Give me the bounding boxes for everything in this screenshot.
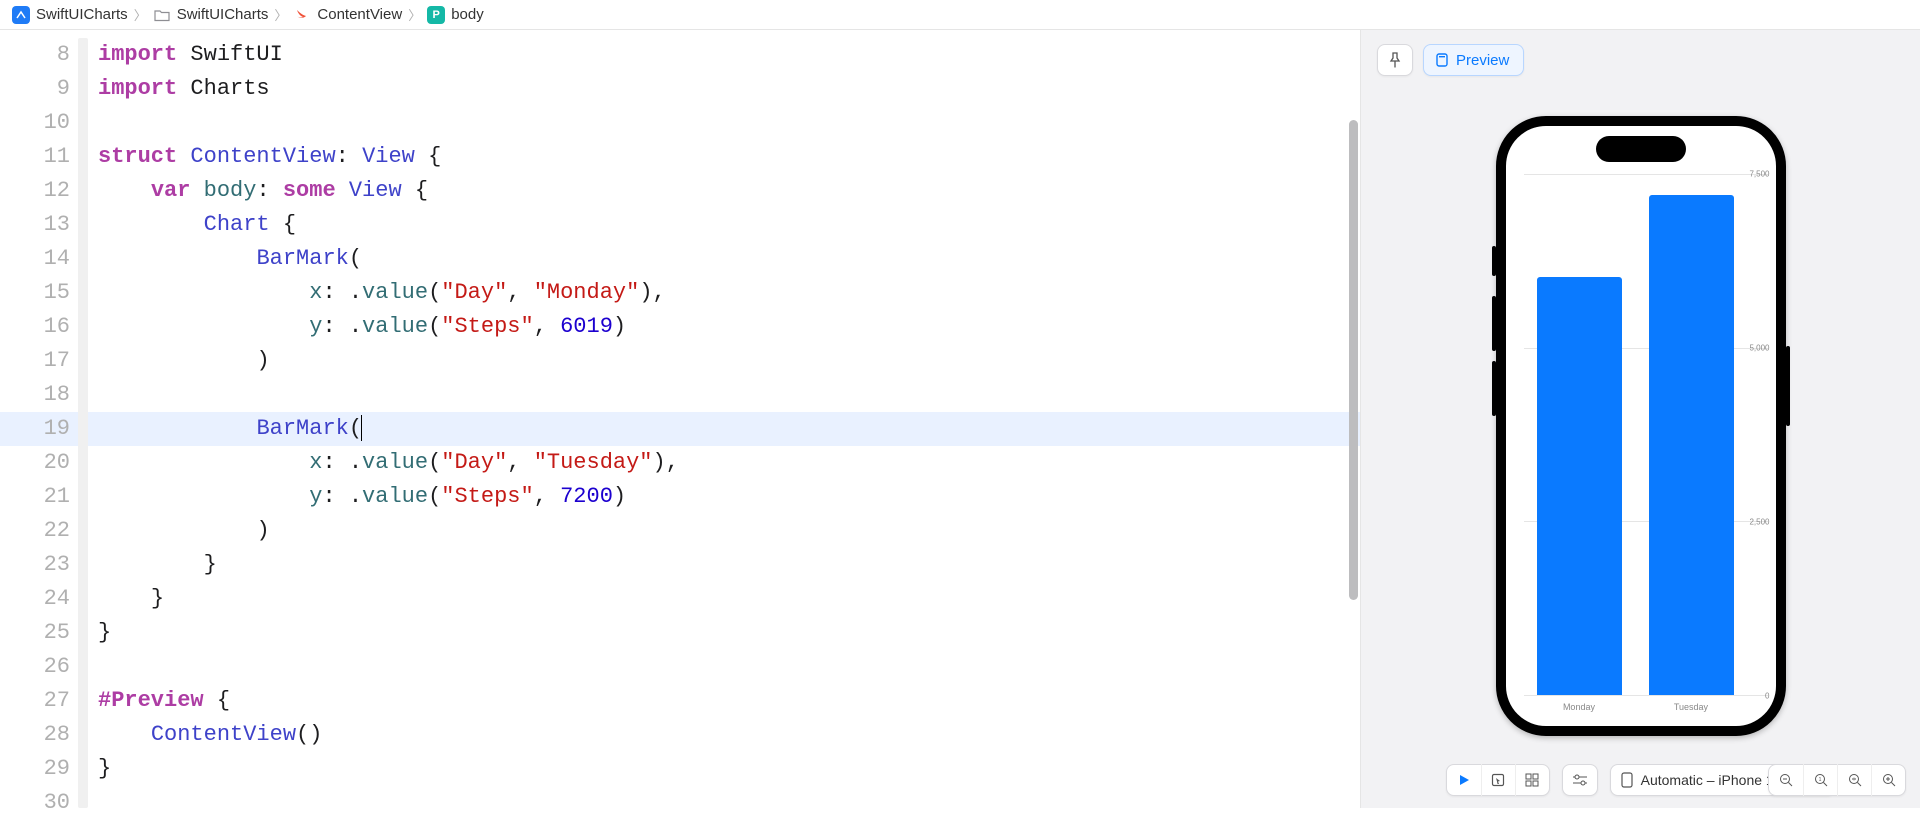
preview-canvas[interactable]: 02,5005,0007,500 MondayTuesday bbox=[1361, 76, 1920, 808]
live-preview-button[interactable] bbox=[1447, 764, 1481, 796]
crumb-label: ContentView bbox=[317, 6, 402, 23]
preview-canvas-pane: Preview 02,5005,0007,500 MondayTuesday bbox=[1360, 30, 1920, 808]
xcode-project-icon bbox=[12, 6, 30, 24]
folder-icon bbox=[153, 6, 171, 24]
phone-power-button bbox=[1786, 346, 1790, 426]
crumb-label: SwiftUICharts bbox=[36, 6, 128, 23]
crumb-symbol[interactable]: P body bbox=[427, 6, 484, 24]
chevron-right-icon: 〉 bbox=[274, 5, 287, 24]
line-number-gutter: 8910111213141516171819202122232425262728… bbox=[0, 30, 78, 808]
preview-settings-group bbox=[1562, 764, 1598, 796]
breadcrumb-bar: SwiftUICharts 〉 SwiftUICharts 〉 ContentV… bbox=[0, 0, 1920, 30]
preview-mode-group bbox=[1446, 764, 1550, 796]
zoom-100-icon: 1 bbox=[1814, 773, 1828, 787]
crumb-file[interactable]: ContentView bbox=[293, 6, 402, 24]
property-icon: P bbox=[427, 6, 445, 24]
phone-volume-up bbox=[1492, 296, 1496, 351]
phone-mute-switch bbox=[1492, 246, 1496, 276]
code-editor[interactable]: 8910111213141516171819202122232425262728… bbox=[0, 30, 1360, 808]
chart-bar bbox=[1537, 277, 1622, 695]
preview-button-label: Preview bbox=[1456, 52, 1509, 69]
zoom-fit-button[interactable] bbox=[1837, 764, 1871, 796]
crumb-label: body bbox=[451, 6, 484, 23]
zoom-in-button[interactable] bbox=[1871, 764, 1905, 796]
chart-x-axis-labels: MondayTuesday bbox=[1524, 702, 1748, 712]
grid-icon bbox=[1525, 773, 1539, 787]
selectable-preview-button[interactable] bbox=[1481, 764, 1515, 796]
preview-selector-button[interactable]: Preview bbox=[1423, 44, 1524, 76]
pin-icon bbox=[1387, 52, 1403, 68]
variants-button[interactable] bbox=[1515, 764, 1549, 796]
phone-volume-down bbox=[1492, 361, 1496, 416]
zoom-fit-icon bbox=[1848, 773, 1862, 787]
zoom-in-icon bbox=[1882, 773, 1896, 787]
app-preview-icon bbox=[1434, 52, 1450, 68]
preview-header: Preview bbox=[1361, 30, 1920, 76]
editor-scrollbar[interactable] bbox=[1349, 120, 1358, 600]
play-icon bbox=[1457, 773, 1471, 787]
chevron-right-icon: 〉 bbox=[134, 5, 147, 24]
device-settings-button[interactable] bbox=[1563, 764, 1597, 796]
dynamic-island bbox=[1596, 136, 1686, 162]
sliders-icon bbox=[1572, 773, 1588, 787]
chart-y-axis-labels: 02,5005,0007,500 bbox=[1750, 174, 1770, 696]
chart-bar bbox=[1649, 195, 1734, 695]
chevron-right-icon: 〉 bbox=[408, 5, 421, 24]
crumb-label: SwiftUICharts bbox=[177, 6, 269, 23]
swift-file-icon bbox=[293, 6, 311, 24]
svg-text:1: 1 bbox=[1818, 777, 1821, 783]
pin-preview-button[interactable] bbox=[1377, 44, 1413, 76]
zoom-out-icon bbox=[1779, 773, 1793, 787]
crumb-folder[interactable]: SwiftUICharts bbox=[153, 6, 269, 24]
cursor-rect-icon bbox=[1491, 773, 1505, 787]
chart-plot-area bbox=[1524, 174, 1748, 696]
source-code-area[interactable]: import SwiftUIimport Chartsstruct Conten… bbox=[88, 30, 1360, 808]
zoom-group: 1 bbox=[1768, 764, 1906, 796]
preview-toolbar: Automatic – iPhone 14 Pro ⌄ 1 bbox=[1361, 764, 1920, 796]
zoom-out-button[interactable] bbox=[1769, 764, 1803, 796]
zoom-actual-button[interactable]: 1 bbox=[1803, 764, 1837, 796]
fold-ribbon[interactable] bbox=[78, 38, 88, 808]
iphone-frame: 02,5005,0007,500 MondayTuesday bbox=[1496, 116, 1786, 736]
chart-view bbox=[1524, 174, 1748, 696]
crumb-project[interactable]: SwiftUICharts bbox=[12, 6, 128, 24]
iphone-icon bbox=[1621, 772, 1633, 788]
